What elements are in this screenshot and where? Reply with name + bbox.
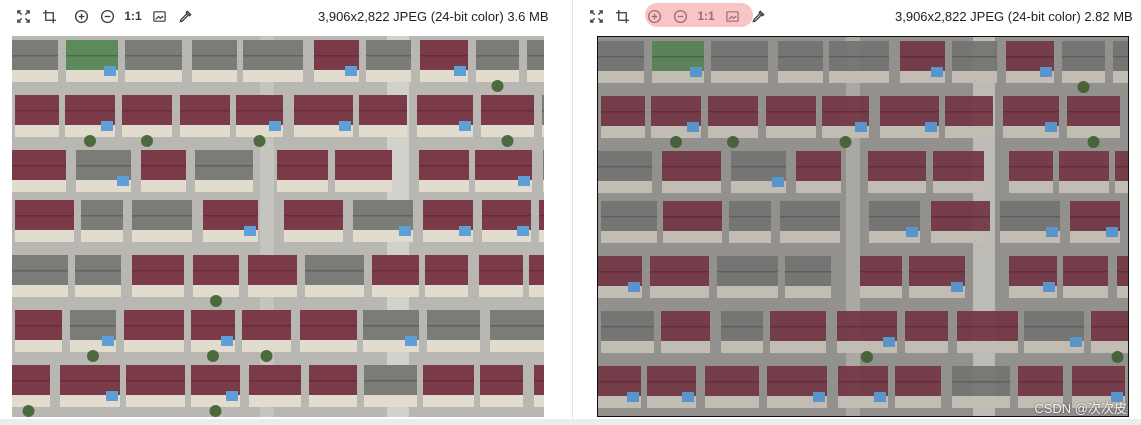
aerial-village-image [12,36,544,417]
zoom-out-icon[interactable] [94,3,120,29]
left-toolbar: 1:1 3,906x2,822 JPEG (24-bit color) 3.6 … [0,0,572,32]
fit-icon[interactable] [583,3,609,29]
left-tool-group: 1:1 [0,3,198,29]
eyedropper-icon[interactable] [172,3,198,29]
crop-icon[interactable] [36,3,62,29]
highlight-badge [645,3,753,27]
right-image-pane: 1:1 3,906x2,822 JPEG (24-bit color) 2.82… [573,0,1141,425]
actual-size-label: 1:1 [124,9,142,23]
horizontal-scrollbar[interactable] [0,419,1141,425]
crop-icon[interactable] [609,3,635,29]
aerial-village-image [598,37,1128,416]
left-image-info: 3,906x2,822 JPEG (24-bit color) 3.6 MB [318,9,549,24]
right-aerial-photo [597,36,1129,417]
screenshot-icon[interactable] [146,3,172,29]
actual-size-button[interactable]: 1:1 [120,3,146,29]
right-toolbar: 1:1 3,906x2,822 JPEG (24-bit color) 2.82… [573,0,1141,32]
zoom-in-icon[interactable] [68,3,94,29]
fit-icon[interactable] [10,3,36,29]
right-image-info: 3,906x2,822 JPEG (24-bit color) 2.82 MB [895,9,1133,24]
left-image-pane: 1:1 3,906x2,822 JPEG (24-bit color) 3.6 … [0,0,572,425]
csdn-watermark: CSDN @次次皮 [1034,401,1127,416]
left-aerial-photo [12,36,544,417]
